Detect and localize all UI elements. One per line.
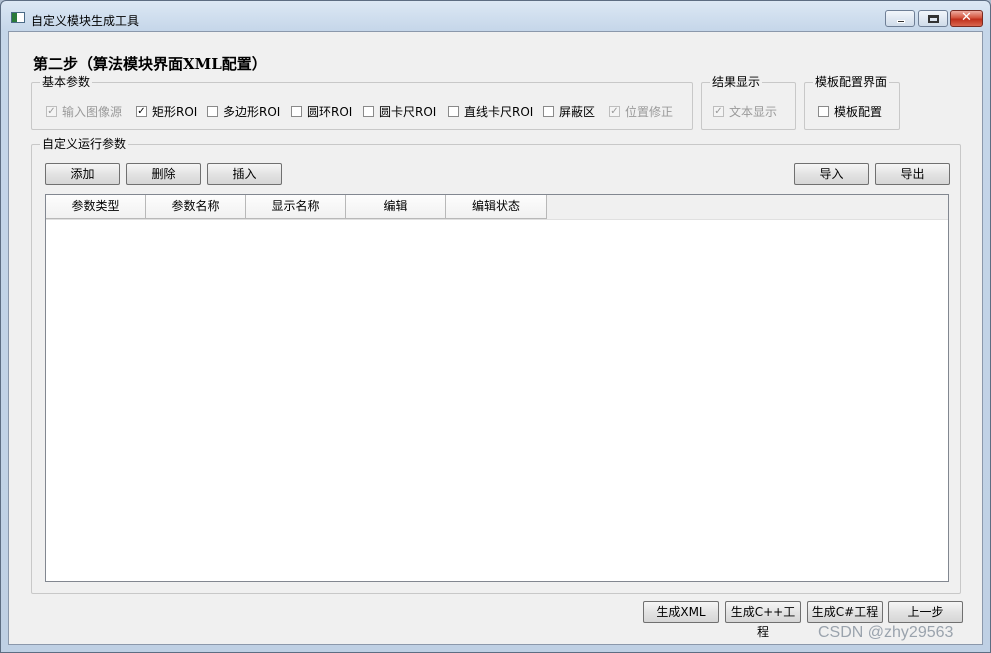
checkbox-label: 位置修正 <box>625 104 674 119</box>
checkbox-template-config[interactable]: 模板配置 <box>818 104 883 119</box>
watermark-text: CSDN @zhy29563 <box>818 624 954 641</box>
generate-cpp-project-button[interactable]: 生成C++工程 <box>725 601 801 639</box>
column-header[interactable]: 参数名称 <box>146 195 246 219</box>
checkbox-ring-roi[interactable]: 圆环ROI <box>291 104 353 119</box>
check-icon: ✓ <box>714 105 723 117</box>
main-window: 自定义模块生成工具 ✕ 第二步（算法模块界面XML配置） 基本参数 ✓ 输入图像… <box>0 0 991 653</box>
checkbox-label: 输入图像源 <box>62 104 123 119</box>
close-icon: ✕ <box>961 10 972 25</box>
checkbox-box <box>207 105 218 117</box>
result-display-legend: 结果显示 <box>710 75 763 89</box>
checkbox-rect-roi[interactable]: ✓ 矩形ROI <box>136 104 198 119</box>
checkbox-label: 文本显示 <box>729 104 778 119</box>
title-bar[interactable]: 自定义模块生成工具 ✕ <box>1 1 990 31</box>
client-area: 第二步（算法模块界面XML配置） 基本参数 ✓ 输入图像源 ✓ 矩形ROI 多边… <box>8 31 983 645</box>
checkbox-circle-caliper-roi[interactable]: 圆卡尺ROI <box>363 104 437 119</box>
checkbox-label: 模板配置 <box>834 104 883 119</box>
check-icon: ✓ <box>47 105 56 117</box>
checkbox-label: 圆环ROI <box>307 104 353 119</box>
checkbox-box <box>543 105 554 117</box>
result-display-group: 结果显示 ✓ 文本显示 <box>701 75 796 130</box>
checkbox-box <box>291 105 302 117</box>
checkbox-label: 屏蔽区 <box>559 104 596 119</box>
app-icon <box>11 12 25 23</box>
run-params-legend: 自定义运行参数 <box>40 137 129 151</box>
window-title: 自定义模块生成工具 <box>31 14 140 28</box>
checkbox-box <box>363 105 374 117</box>
step-heading: 第二步（算法模块界面XML配置） <box>33 55 267 73</box>
checkbox-line-caliper-roi[interactable]: 直线卡尺ROI <box>448 104 534 119</box>
basic-params-legend: 基本参数 <box>40 75 93 89</box>
checkbox-box: ✓ <box>609 105 620 117</box>
checkbox-input-image-source[interactable]: ✓ 输入图像源 <box>46 104 123 119</box>
checkbox-position-correction[interactable]: ✓ 位置修正 <box>609 104 674 119</box>
check-icon: ✓ <box>610 105 619 117</box>
table-header: 参数类型 参数名称 显示名称 编辑 编辑状态 <box>46 195 948 220</box>
column-header[interactable]: 显示名称 <box>246 195 346 219</box>
basic-params-group: 基本参数 ✓ 输入图像源 ✓ 矩形ROI 多边形ROI 圆环ROI 圆卡尺ROI <box>31 75 693 130</box>
template-ui-legend: 模板配置界面 <box>813 75 890 89</box>
checkbox-text-display[interactable]: ✓ 文本显示 <box>713 104 778 119</box>
close-button[interactable]: ✕ <box>950 10 983 27</box>
previous-step-button[interactable]: 上一步 <box>888 601 963 623</box>
maximize-button[interactable] <box>918 10 948 27</box>
checkbox-label: 圆卡尺ROI <box>379 104 437 119</box>
minimize-button[interactable] <box>885 10 915 27</box>
import-button[interactable]: 导入 <box>794 163 869 185</box>
generate-csharp-project-button[interactable]: 生成C#工程 <box>807 601 883 623</box>
template-ui-group: 模板配置界面 模板配置 <box>804 75 900 130</box>
export-button[interactable]: 导出 <box>875 163 950 185</box>
delete-button[interactable]: 删除 <box>126 163 201 185</box>
check-icon: ✓ <box>137 105 146 117</box>
insert-button[interactable]: 插入 <box>207 163 282 185</box>
checkbox-box <box>448 105 459 117</box>
checkbox-box: ✓ <box>136 105 147 117</box>
column-header[interactable]: 参数类型 <box>46 195 146 219</box>
checkbox-label: 直线卡尺ROI <box>464 104 534 119</box>
column-header[interactable]: 编辑状态 <box>446 195 547 219</box>
generate-xml-button[interactable]: 生成XML <box>643 601 719 623</box>
checkbox-box <box>818 105 829 117</box>
checkbox-box: ✓ <box>713 105 724 117</box>
checkbox-label: 多边形ROI <box>223 104 281 119</box>
maximize-icon <box>928 15 939 23</box>
column-header[interactable]: 编辑 <box>346 195 446 219</box>
params-table[interactable]: 参数类型 参数名称 显示名称 编辑 编辑状态 <box>45 194 949 582</box>
add-button[interactable]: 添加 <box>45 163 120 185</box>
checkbox-polygon-roi[interactable]: 多边形ROI <box>207 104 281 119</box>
checkbox-mask-area[interactable]: 屏蔽区 <box>543 104 596 119</box>
run-params-group: 自定义运行参数 添加 删除 插入 导入 导出 参数类型 参数名称 显示名称 编辑… <box>31 137 961 594</box>
checkbox-box: ✓ <box>46 105 57 117</box>
checkbox-label: 矩形ROI <box>152 104 198 119</box>
minimize-icon <box>897 20 905 23</box>
